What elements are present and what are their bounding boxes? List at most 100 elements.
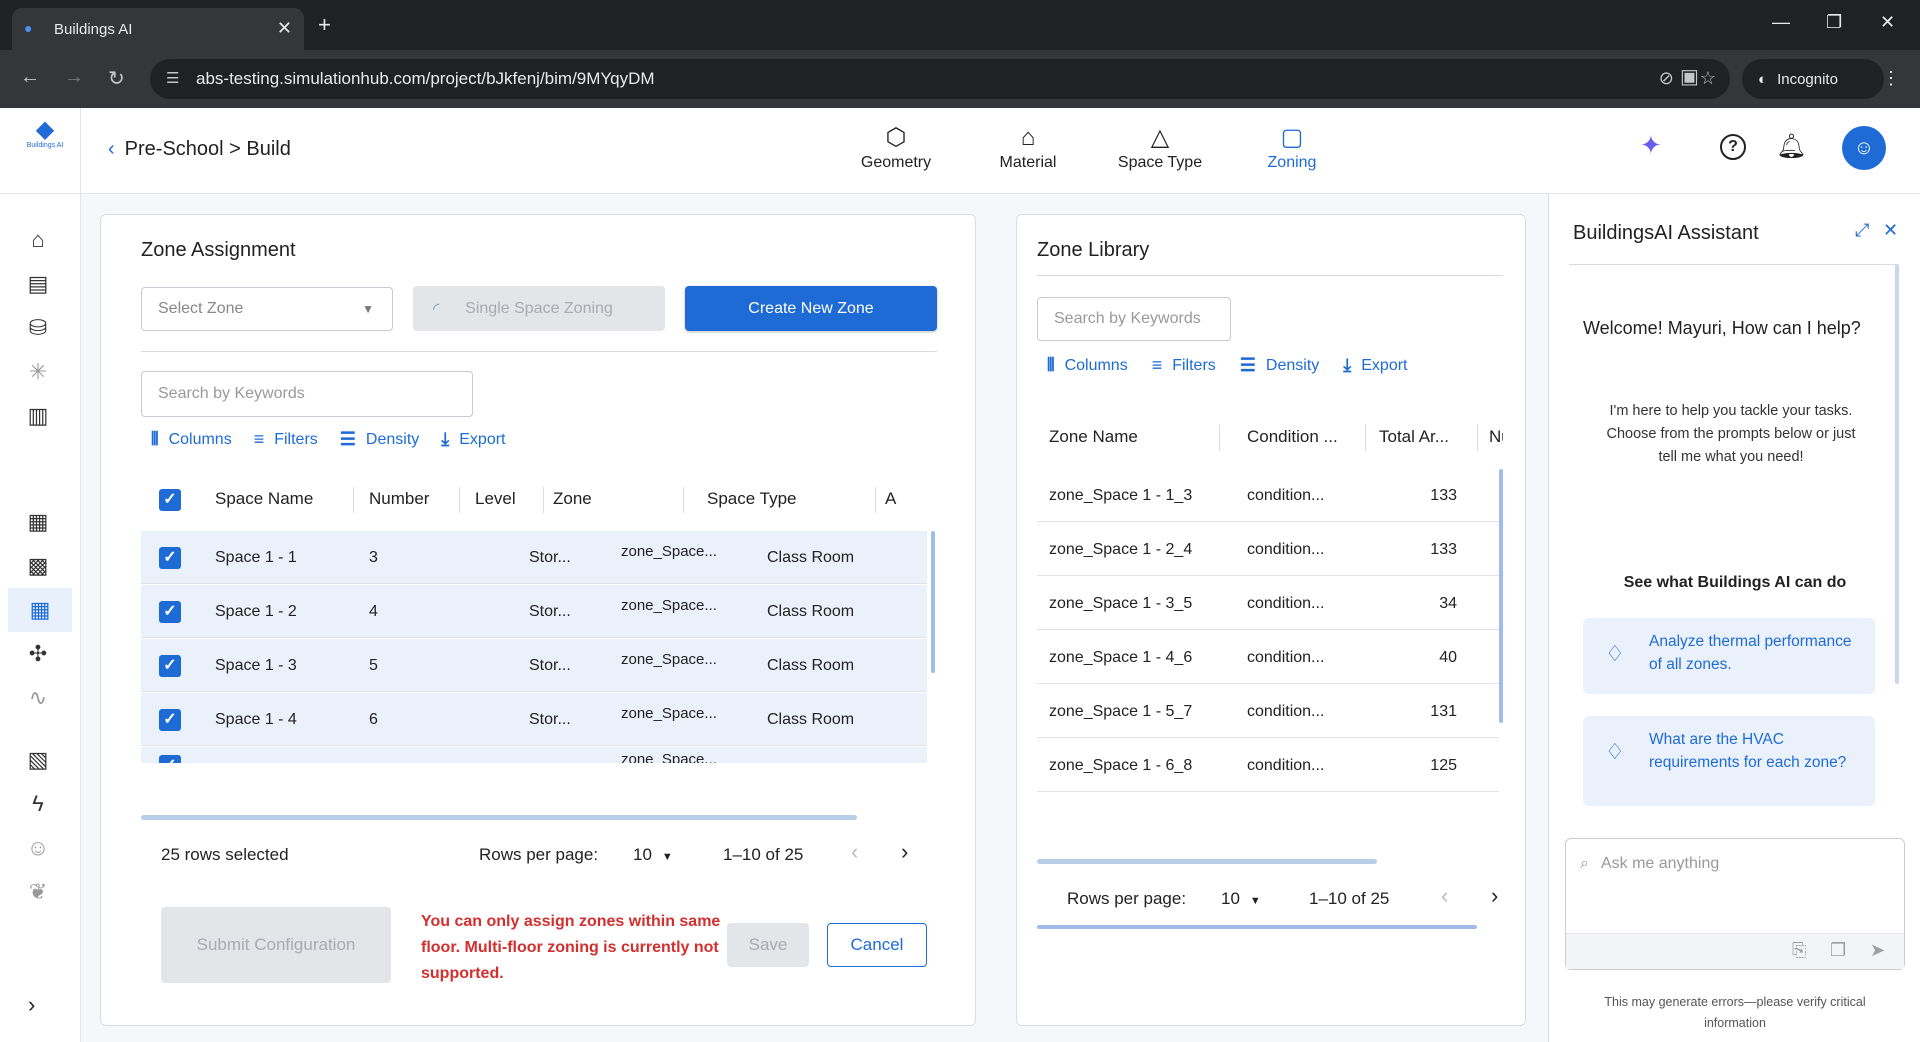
tab-material[interactable]: ⌂ Material: [962, 122, 1094, 172]
close-window-icon[interactable]: ✕: [1880, 12, 1895, 33]
cell-zone[interactable]: zone_Space...: [621, 597, 717, 614]
header-zone[interactable]: Zone: [553, 489, 592, 509]
analytics-icon[interactable]: ▧: [22, 744, 54, 776]
table-row[interactable]: zone_Space 1 - 4_6 condition... 40: [1037, 631, 1499, 684]
table-row[interactable]: zone_Space 1 - 2_4 condition... 133: [1037, 523, 1499, 576]
close-tab-icon[interactable]: ✕: [277, 18, 292, 39]
header-zone-name[interactable]: Zone Name: [1049, 427, 1138, 447]
row-checkbox[interactable]: ✓: [159, 709, 181, 731]
tab-search-icon[interactable]: ▣: [1680, 64, 1699, 89]
copy-icon[interactable]: ❐: [1830, 940, 1846, 961]
star-icon[interactable]: ☆: [1700, 68, 1716, 89]
export-button[interactable]: ⤓ Export: [441, 429, 505, 450]
header-extra[interactable]: A: [885, 489, 896, 509]
column-divider[interactable]: [1365, 425, 1366, 451]
select-zone-dropdown[interactable]: Select Zone ▼: [141, 287, 393, 331]
prompt-suggestion[interactable]: ♢ Analyze thermal performance of all zon…: [1583, 618, 1875, 694]
url-field[interactable]: ☰ abs-testing.simulationhub.com/project/…: [150, 59, 1730, 99]
select-all-checkbox[interactable]: ✓: [159, 489, 181, 511]
send-icon[interactable]: ➤: [1870, 940, 1885, 961]
incognito-badge[interactable]: ◐ Incognito: [1742, 59, 1884, 99]
vertical-scrollbar[interactable]: [1499, 469, 1503, 723]
cell-zone[interactable]: zone_Space...: [621, 705, 717, 722]
home-icon[interactable]: ⌂: [22, 224, 54, 256]
attach-icon[interactable]: ⎘: [1792, 940, 1806, 961]
table-row[interactable]: ✓ Space 1 - 3 5 Stor... zone_Space... Cl…: [141, 639, 927, 692]
vertical-scrollbar[interactable]: [931, 531, 935, 673]
breadcrumb-text[interactable]: Pre-School > Build: [125, 138, 291, 161]
header-space-name[interactable]: Space Name: [215, 489, 313, 509]
table-row[interactable]: zone_Space 1 - 6_8 condition... 125: [1037, 739, 1499, 792]
table-row[interactable]: zone_Space 1 - 5_7 condition... 131: [1037, 685, 1499, 738]
ai-sparkle-icon[interactable]: ✦: [1640, 130, 1662, 161]
column-divider[interactable]: [683, 487, 684, 513]
row-checkbox[interactable]: ✓: [159, 655, 181, 677]
weather-icon[interactable]: ✳: [22, 356, 54, 388]
header-total-area[interactable]: Total Ar...: [1379, 427, 1449, 447]
logo[interactable]: ◆ Buildings AI: [22, 118, 68, 150]
header-number[interactable]: Number: [369, 489, 429, 509]
emoji-globe-icon[interactable]: ☺: [22, 832, 54, 864]
density-button[interactable]: ☰ Density: [340, 429, 420, 450]
close-icon[interactable]: ✕: [1883, 220, 1898, 241]
single-space-zoning-button[interactable]: ◜ Single Space Zoning: [413, 286, 665, 331]
rows-per-page-select[interactable]: 10 ▼: [633, 845, 673, 865]
table-row-partial[interactable]: ✓ zone_Space...: [141, 747, 927, 763]
columns-button[interactable]: ⫴ Columns: [151, 429, 232, 450]
footer-scrollbar[interactable]: [1037, 925, 1477, 929]
header-number[interactable]: Nun: [1489, 427, 1503, 447]
previous-page-icon[interactable]: ‹: [1441, 883, 1448, 909]
tab-space-type[interactable]: △ Space Type: [1094, 122, 1226, 172]
column-divider[interactable]: [459, 487, 460, 513]
row-checkbox[interactable]: ✓: [159, 601, 181, 623]
cell-zone[interactable]: zone_Space...: [621, 651, 717, 668]
horizontal-scrollbar[interactable]: [1037, 859, 1377, 864]
eco-icon[interactable]: ❦: [22, 876, 54, 908]
avatar[interactable]: ☺: [1842, 126, 1886, 170]
library-search-input[interactable]: Search by Keywords: [1037, 297, 1231, 341]
browser-tab[interactable]: ● Buildings AI ✕: [12, 8, 304, 50]
save-button[interactable]: Save: [727, 923, 809, 967]
site-settings-icon[interactable]: ☰: [166, 69, 179, 87]
table-row[interactable]: ✓ Space 1 - 2 4 Stor... zone_Space... Cl…: [141, 585, 927, 638]
tab-geometry[interactable]: ⬡ Geometry: [830, 122, 962, 172]
help-icon[interactable]: ?: [1720, 134, 1746, 160]
tab-zoning[interactable]: ▢ Zoning: [1226, 122, 1358, 172]
previous-page-icon[interactable]: ‹: [851, 839, 858, 865]
fan-icon[interactable]: ✣: [22, 638, 54, 670]
eye-off-icon[interactable]: ⊘: [1659, 68, 1674, 89]
minimize-icon[interactable]: —: [1772, 12, 1790, 33]
restore-icon[interactable]: ❐: [1826, 12, 1842, 33]
table-row[interactable]: zone_Space 1 - 3_5 condition... 34: [1037, 577, 1499, 630]
filters-button[interactable]: ≡ Filters: [1152, 355, 1216, 376]
column-divider[interactable]: [1219, 425, 1220, 451]
columns-button[interactable]: ⫴ Columns: [1047, 355, 1128, 376]
column-divider[interactable]: [875, 487, 876, 513]
next-page-icon[interactable]: ›: [1491, 883, 1498, 909]
prompt-suggestion[interactable]: ♢ What are the HVAC requirements for eac…: [1583, 716, 1875, 806]
density-button[interactable]: ☰ Density: [1240, 355, 1320, 376]
forward-icon[interactable]: →: [64, 66, 84, 89]
building-off-icon[interactable]: ▩: [22, 550, 54, 582]
new-tab-icon[interactable]: +: [318, 12, 331, 38]
map-icon[interactable]: ▦: [22, 506, 54, 538]
filters-button[interactable]: ≡ Filters: [254, 429, 318, 450]
database-icon[interactable]: ⛁: [22, 312, 54, 344]
horizontal-scrollbar[interactable]: [141, 815, 857, 820]
rows-per-page-select[interactable]: 10 ▼: [1221, 889, 1261, 909]
header-condition[interactable]: Condition ...: [1247, 427, 1338, 447]
back-icon[interactable]: ←: [20, 66, 40, 89]
row-checkbox[interactable]: ✓: [159, 547, 181, 569]
next-page-icon[interactable]: ›: [901, 839, 908, 865]
library-book-icon[interactable]: ▥: [22, 400, 54, 432]
ask-input[interactable]: ⌕ Ask me anything ⎘ ❐ ➤: [1565, 838, 1905, 970]
project-info-icon[interactable]: ▤: [22, 268, 54, 300]
table-row[interactable]: ✓ Space 1 - 1 3 Stor... zone_Space... Cl…: [141, 531, 927, 584]
search-input[interactable]: Search by Keywords: [141, 371, 473, 417]
chevron-right-icon[interactable]: ›: [28, 992, 35, 1018]
chevron-left-icon[interactable]: ‹: [108, 138, 115, 161]
expand-icon[interactable]: ⤢: [1855, 220, 1869, 241]
column-divider[interactable]: [353, 487, 354, 513]
reload-icon[interactable]: ↻: [108, 66, 125, 91]
browser-menu-icon[interactable]: ⋮: [1882, 68, 1900, 89]
